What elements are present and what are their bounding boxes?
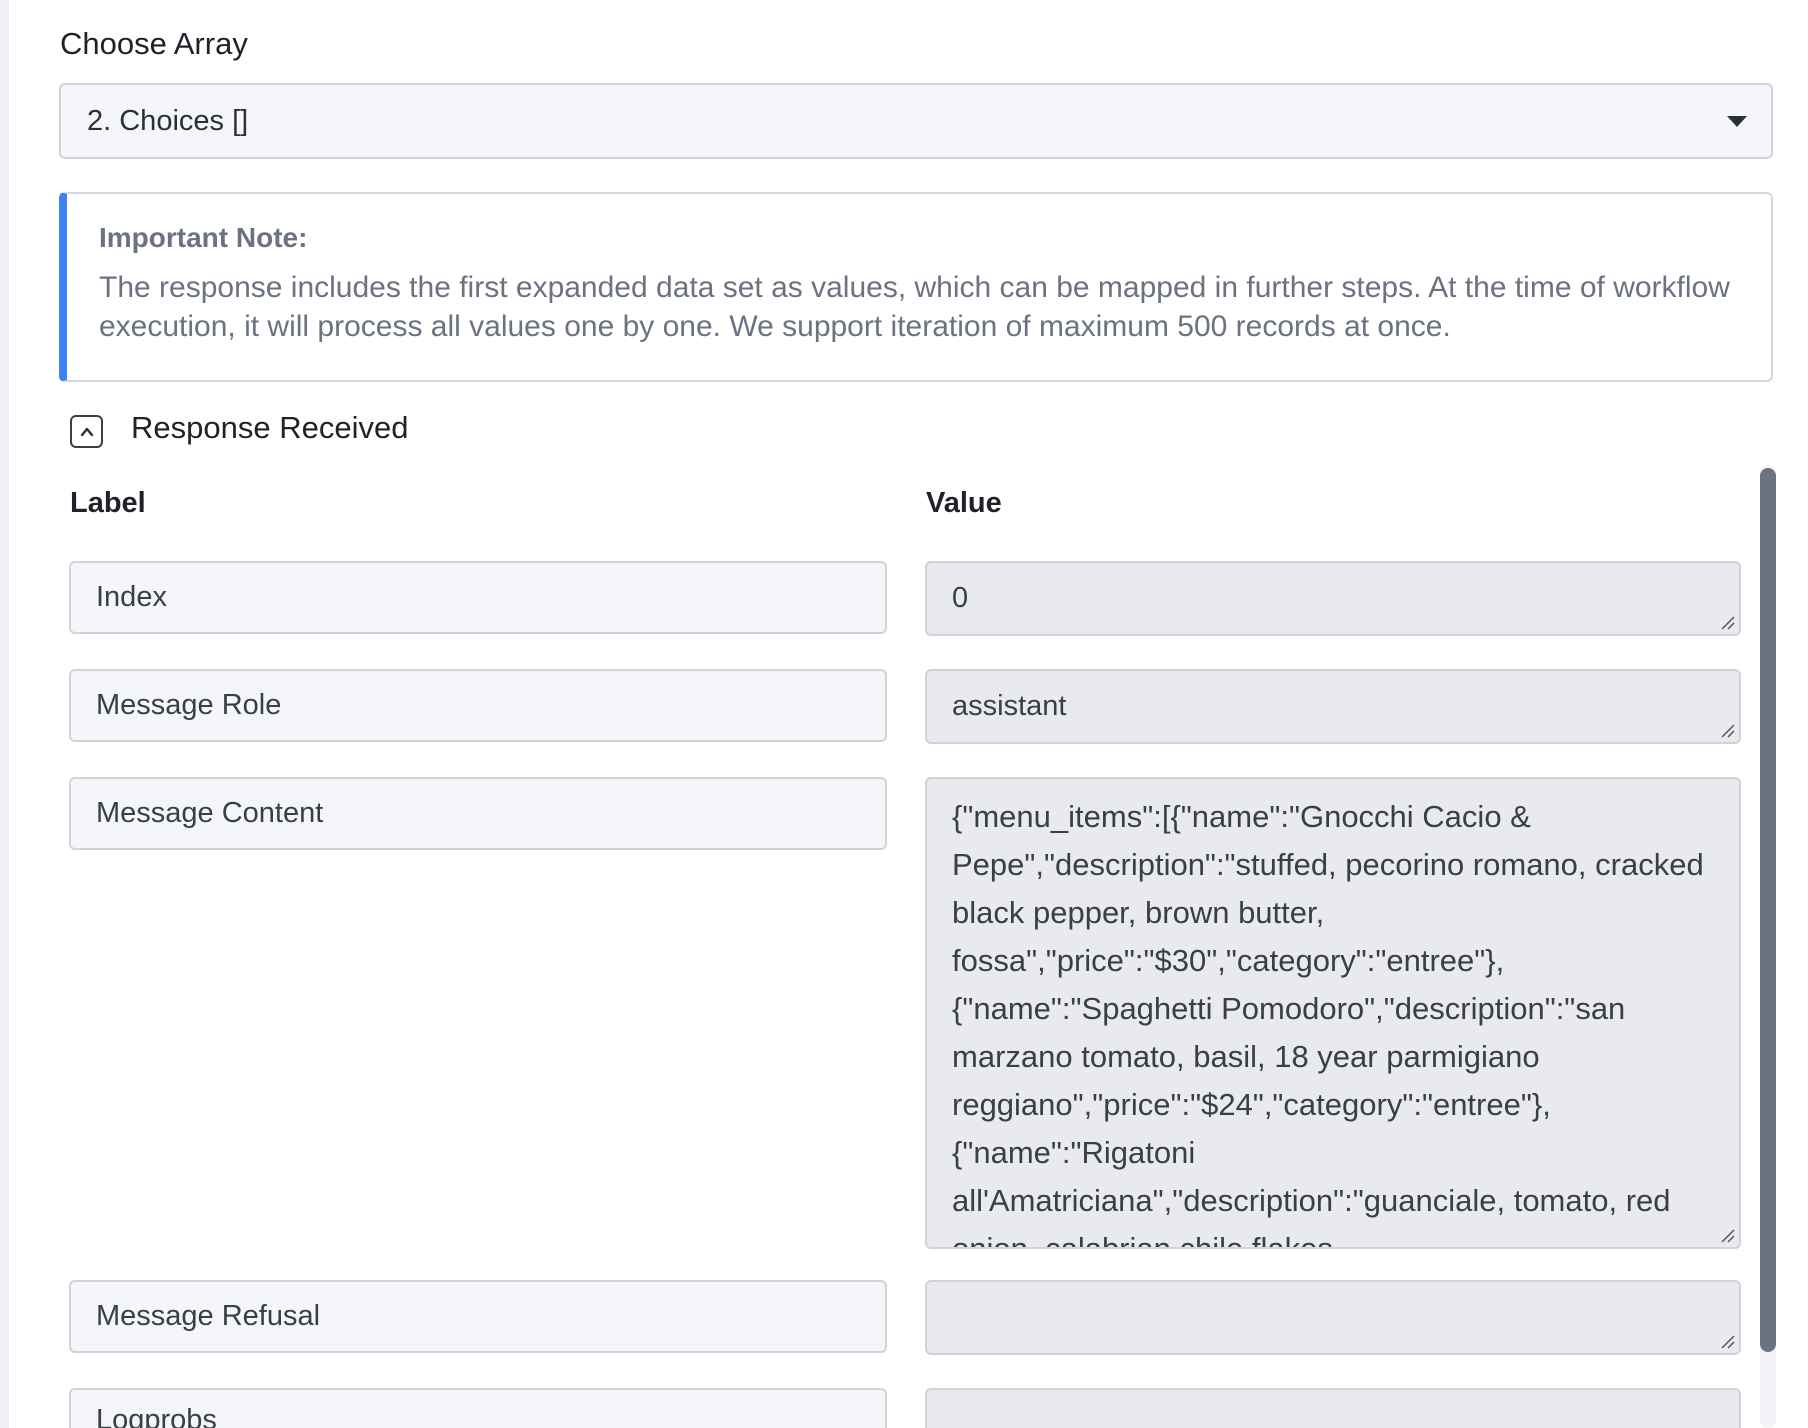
- left-divider: [0, 0, 9, 1428]
- choose-array-select[interactable]: 2. Choices []: [59, 83, 1773, 159]
- value-text: assistant: [952, 690, 1067, 722]
- note-text: The response includes the first expanded…: [99, 271, 1730, 343]
- value-field-message-content[interactable]: {"menu_items":[{"name":"Gnocchi Cacio & …: [925, 777, 1741, 1249]
- label-field-message-refusal[interactable]: Message Refusal: [69, 1280, 887, 1353]
- chevron-up-icon: [80, 427, 93, 436]
- value-field-logprobs[interactable]: [925, 1388, 1741, 1428]
- choose-array-label: Choose Array: [60, 26, 248, 61]
- resize-grip-icon[interactable]: [1719, 614, 1735, 630]
- resize-grip-icon[interactable]: [1719, 1227, 1735, 1243]
- label-field-index[interactable]: Index: [69, 561, 887, 634]
- collapse-response-button[interactable]: [70, 415, 103, 448]
- value-text: 0: [952, 582, 969, 614]
- label-field-logprobs[interactable]: Logprobs: [69, 1388, 887, 1428]
- label-field-message-role[interactable]: Message Role: [69, 669, 887, 742]
- label-column-header: Label: [70, 487, 146, 519]
- choose-array-selected-value: 2. Choices []: [87, 104, 249, 137]
- important-note: Important Note: The response includes th…: [59, 192, 1773, 382]
- chevron-down-icon: [1727, 116, 1747, 127]
- value-field-message-refusal[interactable]: [925, 1280, 1741, 1355]
- page: Choose Array 2. Choices [] Important Not…: [0, 0, 1808, 1428]
- value-field-message-role[interactable]: assistant: [925, 669, 1741, 744]
- label-field-message-content[interactable]: Message Content: [69, 777, 887, 850]
- scrollbar-thumb[interactable]: [1760, 468, 1776, 1352]
- value-field-index[interactable]: 0: [925, 561, 1741, 636]
- resize-grip-icon[interactable]: [1719, 1333, 1735, 1349]
- value-column-header: Value: [926, 487, 1002, 519]
- resize-grip-icon[interactable]: [1719, 722, 1735, 738]
- response-received-title: Response Received: [131, 410, 409, 445]
- value-text: {"menu_items":[{"name":"Gnocchi Cacio & …: [952, 799, 1704, 1249]
- note-title: Important Note:: [99, 222, 308, 253]
